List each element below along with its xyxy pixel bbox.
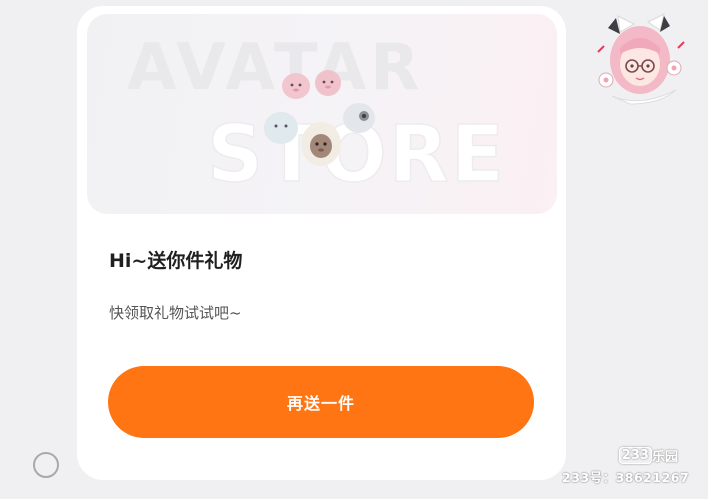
watermark: 233 乐园 233号：38621267: [560, 445, 700, 495]
send-another-button[interactable]: 再送一件: [108, 366, 534, 438]
watermark-logo-number: 233: [618, 446, 652, 464]
gift-dialog: AVATAR STORE Hi~送你件礼物 快领取礼物试试吧~ 再送一件: [77, 6, 566, 480]
watermark-logo: 233 乐园: [618, 445, 678, 465]
greeting-title: Hi~送你件礼物: [109, 250, 243, 272]
floating-ball-button[interactable]: [33, 452, 59, 478]
anime-girl-avatar-icon[interactable]: [590, 8, 690, 108]
screen: AVATAR STORE Hi~送你件礼物 快领取礼物试试吧~ 再送一件 233…: [0, 0, 708, 499]
watermark-id: 233号：38621267: [562, 470, 690, 485]
avatar-store-banner: AVATAR STORE: [87, 14, 557, 214]
avatar-pets-icon: [264, 70, 375, 166]
gift-message: 快领取礼物试试吧~: [109, 304, 242, 322]
watermark-logo-text: 乐园: [651, 449, 678, 465]
